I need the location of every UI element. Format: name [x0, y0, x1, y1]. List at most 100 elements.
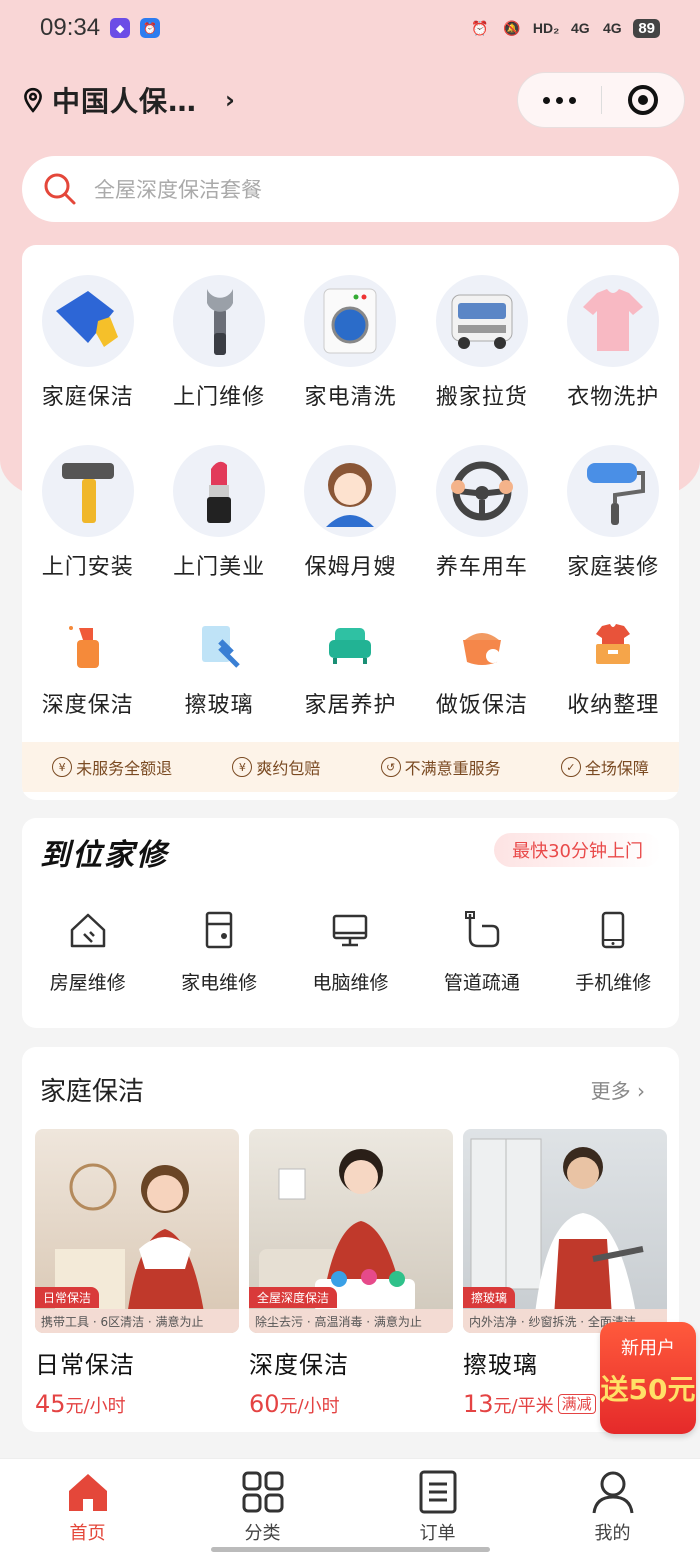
- guarantee-refund: ¥ 未服务全额退: [52, 755, 172, 779]
- repair-pipe[interactable]: 管道疏通: [416, 910, 547, 995]
- alarm-app-icon: ⏰: [140, 18, 161, 38]
- search-bar[interactable]: 全屋深度保洁套餐: [22, 156, 679, 222]
- new-user-coupon-badge[interactable]: 新用户 送50元: [600, 1322, 696, 1434]
- product-desc: 携带工具 · 6区清洁 · 满意为止: [35, 1309, 239, 1333]
- service-decoration[interactable]: 家庭装修: [548, 445, 679, 615]
- signal-icon-1: 4G: [570, 20, 590, 36]
- signal-icon-2: 4G: [602, 20, 622, 36]
- yen-icon: ¥: [52, 757, 73, 777]
- service-home-care[interactable]: 家居养护: [285, 615, 416, 725]
- sofa-icon: [320, 615, 380, 675]
- profile-icon: [592, 1471, 633, 1514]
- tshirt-icon: [567, 275, 660, 367]
- phone-icon: [602, 911, 625, 949]
- nanny-icon: [304, 445, 397, 537]
- promo-badge: 满减: [557, 1394, 596, 1414]
- service-appliance-cleaning[interactable]: 家电清洗: [285, 275, 416, 445]
- home-indicator: [211, 1547, 490, 1552]
- guarantee-full: ✓ 全场保障: [560, 755, 649, 779]
- product-image: 擦玻璃 内外洁净 · 纱窗拆洗 · 全面清洁: [463, 1129, 667, 1333]
- app-notification-icon: ◆: [110, 18, 131, 38]
- order-list-icon: [419, 1470, 456, 1514]
- tab-orders[interactable]: 订单: [350, 1459, 525, 1555]
- service-window-cleaning[interactable]: 擦玻璃: [153, 615, 284, 725]
- service-cleaning[interactable]: 家庭保洁: [22, 275, 153, 445]
- product-card-daily[interactable]: 日常保洁 携带工具 · 6区清洁 · 满意为止 日常保洁 45元/小时: [35, 1129, 239, 1418]
- search-placeholder: 全屋深度保洁套餐: [94, 178, 262, 202]
- guarantee-strip: ¥ 未服务全额退 ¥ 爽约包赔 ↺ 不满意重服务 ✓ 全场保障: [22, 742, 679, 792]
- service-deep-cleaning[interactable]: 深度保洁: [22, 615, 153, 725]
- repair-phone[interactable]: 手机维修: [548, 910, 679, 995]
- product-tag: 全屋深度保洁: [249, 1287, 338, 1308]
- location-pin-icon[interactable]: [20, 87, 46, 113]
- tab-category[interactable]: 分类: [175, 1459, 350, 1555]
- service-laundry[interactable]: 衣物洗护: [548, 275, 679, 445]
- guarantee-redo: ↺ 不满意重服务: [380, 755, 501, 779]
- repair-appliance[interactable]: 家电维修: [153, 910, 284, 995]
- grid-icon: [242, 1471, 283, 1513]
- paint-roller-icon: [567, 445, 660, 537]
- wrench-icon: [173, 275, 266, 367]
- status-time: 09:34: [40, 14, 101, 41]
- cleaning-cloth-icon: [41, 275, 134, 367]
- tab-profile[interactable]: 我的: [525, 1459, 700, 1555]
- search-icon: [44, 173, 76, 205]
- repair-logo: 到位家修: [40, 838, 168, 873]
- window-wiper-icon: [189, 615, 249, 675]
- pipe-icon: [464, 911, 500, 948]
- guarantee-no-show: ¥ 爽约包赔: [232, 755, 320, 779]
- product-name: 深度保洁: [249, 1351, 349, 1379]
- product-tag: 擦玻璃: [463, 1287, 516, 1308]
- washing-machine-icon: [304, 275, 397, 367]
- more-options-icon[interactable]: [518, 96, 601, 104]
- product-tag: 日常保洁: [35, 1287, 100, 1308]
- hd-icon: HD₂: [532, 20, 560, 36]
- alarm-icon: ⏰: [471, 19, 489, 36]
- service-nanny[interactable]: 保姆月嫂: [285, 445, 416, 615]
- service-repair[interactable]: 上门维修: [153, 275, 284, 445]
- chevron-right-icon[interactable]: ›: [225, 86, 235, 114]
- miniprogram-capsule: [517, 72, 685, 128]
- lipstick-icon: [173, 445, 266, 537]
- spray-bottle-icon: [58, 615, 118, 675]
- repair-computer[interactable]: 电脑维修: [285, 910, 416, 995]
- service-installation[interactable]: 上门安装: [22, 445, 153, 615]
- service-beauty[interactable]: 上门美业: [153, 445, 284, 615]
- services-card: 家庭保洁 上门维修 家电清洗 搬家拉货 衣物洗护 上门安装 上门美业 保姆月嫂 …: [22, 245, 679, 800]
- product-desc: 除尘去污 · 高温消毒 · 满意为止: [249, 1309, 453, 1333]
- product-price: 60元/小时: [249, 1390, 340, 1418]
- service-cooking[interactable]: 做饭保洁: [416, 615, 547, 725]
- repair-card: 到位家修 最快30分钟上门 房屋维修 家电维修 电脑维修 管道疏通 手机维修: [22, 818, 679, 1028]
- steering-wheel-icon: [435, 445, 528, 537]
- repair-badge: 最快30分钟上门: [494, 833, 661, 867]
- section-title: 家庭保洁: [40, 1077, 145, 1107]
- redo-icon: ↺: [380, 757, 401, 777]
- product-image: 全屋深度保洁 除尘去污 · 高温消毒 · 满意为止: [249, 1129, 453, 1333]
- close-miniprogram-icon[interactable]: [602, 85, 685, 115]
- yen-shield-icon: ¥: [232, 757, 253, 777]
- battery-icon: 89: [633, 18, 660, 38]
- service-car[interactable]: 养车用车: [416, 445, 547, 615]
- cooking-pot-icon: [452, 615, 512, 675]
- check-icon: ✓: [560, 757, 581, 777]
- product-card-deep[interactable]: 全屋深度保洁 除尘去污 · 高温消毒 · 满意为止 深度保洁 60元/小时: [249, 1129, 453, 1418]
- home-cleaning-section: 家庭保洁 更多 › 日常保洁 携带工具 · 6区清洁 · 满意为止 日常保洁 4…: [22, 1047, 679, 1432]
- service-organizing[interactable]: 收纳整理: [548, 615, 679, 725]
- product-name: 日常保洁: [35, 1351, 135, 1379]
- more-link[interactable]: 更多 ›: [591, 1075, 645, 1104]
- location-text[interactable]: 中国人保…: [52, 80, 197, 120]
- storage-box-icon: [583, 615, 643, 675]
- bottom-tab-bar: 首页 分类 订单 我的: [0, 1458, 700, 1555]
- tab-home[interactable]: 首页: [0, 1459, 175, 1555]
- hammer-icon: [41, 445, 134, 537]
- product-image: 日常保洁 携带工具 · 6区清洁 · 满意为止: [35, 1129, 239, 1333]
- van-icon: [435, 275, 528, 367]
- status-indicators: ⏰ 🔕 HD₂ 4G 4G 89: [469, 18, 660, 38]
- service-moving[interactable]: 搬家拉货: [416, 275, 547, 445]
- repair-house[interactable]: 房屋维修: [22, 910, 153, 995]
- home-icon: [68, 1474, 107, 1511]
- nav-row: 中国人保… ›: [20, 70, 685, 130]
- mute-icon: 🔕: [503, 19, 521, 36]
- status-bar: 09:34 ◆ ⏰ ⏰ 🔕 HD₂ 4G 4G 89: [0, 0, 700, 56]
- product-price: 45元/小时: [35, 1390, 126, 1418]
